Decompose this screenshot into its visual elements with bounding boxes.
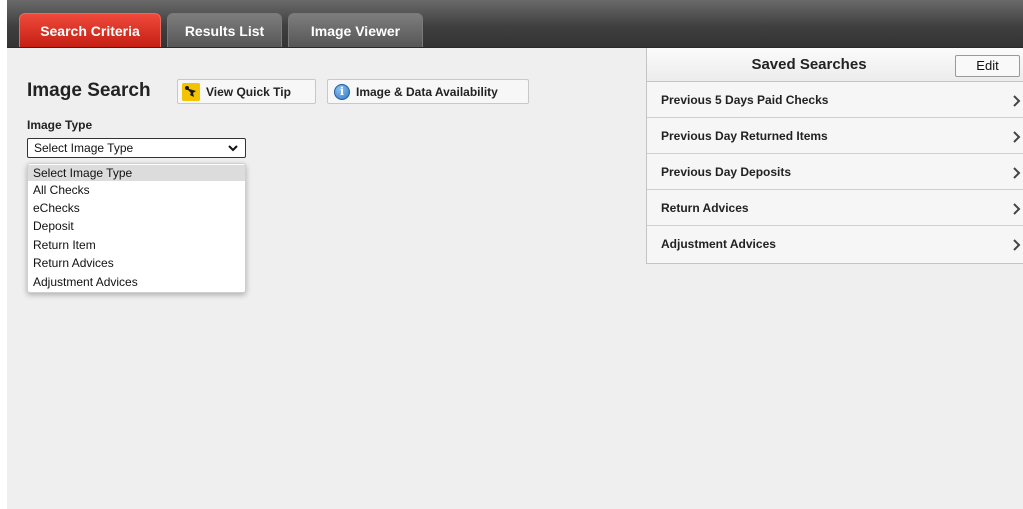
tab-results-list[interactable]: Results List	[167, 13, 282, 48]
saved-search-label: Previous Day Deposits	[661, 165, 792, 179]
edit-saved-searches-button[interactable]: Edit	[955, 55, 1020, 77]
tab-bar: Search Criteria Results List Image Viewe…	[7, 0, 1023, 48]
info-icon: i	[334, 84, 350, 100]
image-type-dropdown: Select Image Type All Checks eChecks Dep…	[27, 163, 246, 293]
chevron-down-icon	[227, 142, 239, 154]
view-quick-tip-label: View Quick Tip	[206, 85, 291, 99]
dropdown-option[interactable]: Adjustment Advices	[28, 274, 245, 290]
saved-search-label: Previous 5 Days Paid Checks	[661, 93, 829, 107]
chevron-right-icon	[1012, 166, 1022, 180]
tip-icon	[182, 83, 200, 101]
tab-search-criteria[interactable]: Search Criteria	[19, 13, 161, 48]
saved-searches-title: Saved Searches	[751, 56, 867, 73]
dropdown-option[interactable]: All Checks	[28, 182, 245, 198]
saved-search-item[interactable]: Previous Day Deposits	[647, 154, 1023, 190]
saved-search-label: Previous Day Returned Items	[661, 129, 828, 143]
image-type-label: Image Type	[27, 118, 93, 132]
saved-search-label: Adjustment Advices	[661, 237, 776, 251]
saved-search-item[interactable]: Return Advices	[647, 190, 1023, 226]
dropdown-option[interactable]: eChecks	[28, 200, 245, 216]
image-type-select[interactable]: Select Image Type	[27, 138, 246, 158]
dropdown-option[interactable]: Return Item	[28, 237, 245, 253]
chevron-right-icon	[1012, 94, 1022, 108]
saved-searches-panel: Saved Searches Edit Previous 5 Days Paid…	[646, 48, 1023, 264]
saved-search-item[interactable]: Adjustment Advices	[647, 226, 1023, 262]
saved-search-item[interactable]: Previous 5 Days Paid Checks	[647, 82, 1023, 118]
view-quick-tip-button[interactable]: View Quick Tip	[177, 79, 316, 104]
tab-image-viewer[interactable]: Image Viewer	[288, 13, 423, 48]
chevron-right-icon	[1012, 202, 1022, 216]
chevron-right-icon	[1012, 238, 1022, 252]
image-data-availability-button[interactable]: i Image & Data Availability	[327, 79, 529, 104]
saved-search-label: Return Advices	[661, 201, 749, 215]
dropdown-option[interactable]: Deposit	[28, 218, 245, 234]
chevron-right-icon	[1012, 130, 1022, 144]
saved-searches-header: Saved Searches Edit	[647, 48, 1023, 82]
page-title: Image Search	[27, 80, 151, 101]
dropdown-option[interactable]: Return Advices	[28, 255, 245, 271]
dropdown-option[interactable]: Select Image Type	[28, 165, 245, 181]
image-data-availability-label: Image & Data Availability	[356, 85, 498, 99]
saved-search-item[interactable]: Previous Day Returned Items	[647, 118, 1023, 154]
image-type-selected-value: Select Image Type	[34, 141, 134, 155]
